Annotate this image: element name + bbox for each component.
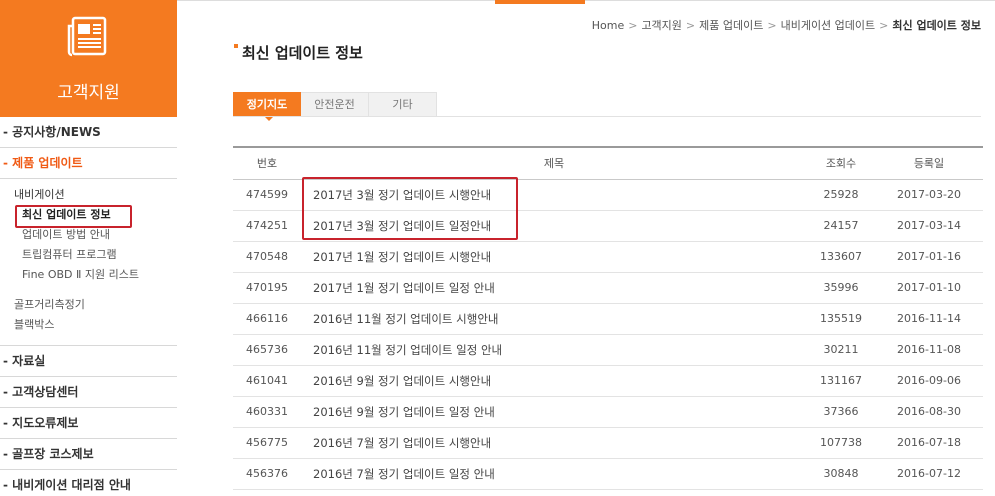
row-number: 474251: [233, 210, 301, 242]
table-row[interactable]: 460331 2016년 9월 정기 업데이트 일정 안내 37366 2016-08…: [233, 396, 983, 428]
header-subject: 제목: [301, 146, 807, 180]
row-views: 35996: [807, 272, 875, 304]
row-date: 2017-03-20: [875, 179, 983, 211]
row-views: 107738: [807, 427, 875, 459]
submenu-item-golf-rangefinder[interactable]: 골프거리측정기: [12, 295, 177, 315]
highlight-box: [15, 205, 132, 228]
sidebar-header: 고객지원: [0, 0, 177, 117]
row-subject[interactable]: 2016년 11월 정기 업데이트 시행안내: [301, 303, 807, 335]
sidebar-item-product-update[interactable]: - 제품 업데이트: [0, 148, 177, 179]
top-divider: [177, 0, 995, 1]
row-views: 30211: [807, 334, 875, 366]
row-date: 2017-01-10: [875, 272, 983, 304]
breadcrumb-item[interactable]: 고객지원: [641, 19, 681, 32]
breadcrumb-item[interactable]: 제품 업데이트: [699, 19, 763, 32]
sidebar-item-downloads[interactable]: - 자료실: [0, 346, 177, 377]
category-tabs: 정기지도 안전운전 기타: [233, 92, 437, 121]
sidebar-title: 고객지원: [57, 83, 120, 103]
row-date: 2016-08-30: [875, 396, 983, 428]
row-views: 131167: [807, 365, 875, 397]
row-number: 465736: [233, 334, 301, 366]
tab-underline: [233, 116, 981, 117]
newspaper-icon: [67, 16, 107, 57]
table-row[interactable]: 470548 2017년 1월 정기 업데이트 시행안내 133607 2017-01…: [233, 241, 983, 273]
row-views: 30848: [807, 458, 875, 490]
row-subject[interactable]: 2016년 7월 정기 업데이트 시행안내: [301, 427, 807, 459]
row-subject[interactable]: 2016년 9월 정기 업데이트 시행안내: [301, 365, 807, 397]
row-number: 461041: [233, 365, 301, 397]
submenu-item-obd-list[interactable]: Fine OBD Ⅱ 지원 리스트: [12, 265, 177, 285]
table-row[interactable]: 461041 2016년 9월 정기 업데이트 시행안내 131167 2016-09…: [233, 365, 983, 397]
table-row[interactable]: 466116 2016년 11월 정기 업데이트 시행안내 135519 2016-1…: [233, 303, 983, 335]
sidebar-item-golf-course-report[interactable]: - 골프장 코스제보: [0, 439, 177, 470]
tab-safe-driving[interactable]: 안전운전: [301, 92, 369, 117]
table-row[interactable]: 470195 2017년 1월 정기 업데이트 일정 안내 35996 2017-01…: [233, 272, 983, 304]
sidebar-menu-bottom: - 자료실 - 고객상담센터 - 지도오류제보 - 골프장 코스제보 - 내비게…: [0, 346, 177, 496]
row-subject[interactable]: 2016년 11월 정기 업데이트 일정 안내: [301, 334, 807, 366]
submenu-item-update-guide[interactable]: 업데이트 방법 안내: [12, 225, 177, 245]
sidebar-item-map-error-report[interactable]: - 지도오류제보: [0, 408, 177, 439]
page-title: 최신 업데이트 정보: [242, 44, 363, 62]
row-number: 474599: [233, 179, 301, 211]
row-date: 2016-07-18: [875, 427, 983, 459]
row-date: 2016-11-14: [875, 303, 983, 335]
row-views: 133607: [807, 241, 875, 273]
sidebar-item-customer-center[interactable]: - 고객상담센터: [0, 377, 177, 408]
row-date: 2017-01-16: [875, 241, 983, 273]
breadcrumb-item[interactable]: 내비게이션 업데이트: [781, 19, 876, 32]
table-row[interactable]: 465736 2016년 11월 정기 업데이트 일정 안내 30211 2016-1…: [233, 334, 983, 366]
table-row[interactable]: 456775 2016년 7월 정기 업데이트 시행안내 107738 2016-07…: [233, 427, 983, 459]
sidebar-item-dealer-info[interactable]: - 내비게이션 대리점 안내: [0, 470, 177, 496]
row-views: 24157: [807, 210, 875, 242]
breadcrumb-current: 최신 업데이트 정보: [892, 19, 981, 32]
header-views: 조회수: [807, 146, 875, 180]
row-date: 2016-09-06: [875, 365, 983, 397]
row-date: 2016-11-08: [875, 334, 983, 366]
row-number: 460331: [233, 396, 301, 428]
row-subject[interactable]: 2016년 7월 정기 업데이트 일정 안내: [301, 458, 807, 490]
highlight-box: [302, 177, 518, 240]
submenu-item-trip-computer[interactable]: 트립컴퓨터 프로그램: [12, 245, 177, 265]
breadcrumb-home[interactable]: Home: [592, 19, 624, 32]
row-subject[interactable]: 2017년 1월 정기 업데이트 일정 안내: [301, 272, 807, 304]
breadcrumb: Home > 고객지원 > 제품 업데이트 > 내비게이션 업데이트 > 최신 업데이트 정보: [591, 19, 981, 32]
header-date: 등록일: [875, 146, 983, 180]
row-subject[interactable]: 2016년 9월 정기 업데이트 일정 안내: [301, 396, 807, 428]
row-views: 25928: [807, 179, 875, 211]
sidebar-item-notice[interactable]: - 공지사항/NEWS: [0, 117, 177, 148]
sidebar-accent-bar: [0, 0, 177, 4]
title-bullet: [234, 44, 238, 48]
header-no: 번호: [233, 146, 301, 180]
submenu-item-blackbox[interactable]: 블랙박스: [12, 315, 177, 335]
row-views: 37366: [807, 396, 875, 428]
update-table: 번호 제목 조회수 등록일 474599 2017년 3월 정기 업데이트 시행안…: [233, 146, 983, 490]
sidebar-menu: - 공지사항/NEWS - 제품 업데이트: [0, 117, 177, 179]
row-views: 135519: [807, 303, 875, 335]
top-accent-bar: [495, 0, 585, 4]
row-date: 2017-03-14: [875, 210, 983, 242]
row-number: 456376: [233, 458, 301, 490]
row-number: 470195: [233, 272, 301, 304]
row-subject[interactable]: 2017년 1월 정기 업데이트 시행안내: [301, 241, 807, 273]
sidebar-submenu: 내비게이션 최신 업데이트 정보 업데이트 방법 안내 트립컴퓨터 프로그램 F…: [0, 179, 177, 346]
table-row[interactable]: 456376 2016년 7월 정기 업데이트 일정 안내 30848 2016-07…: [233, 458, 983, 490]
row-number: 470548: [233, 241, 301, 273]
row-number: 466116: [233, 303, 301, 335]
sidebar: 고객지원 - 공지사항/NEWS - 제품 업데이트 내비게이션 최신 업데이트…: [0, 0, 177, 496]
submenu-heading[interactable]: 내비게이션: [12, 185, 177, 205]
row-number: 456775: [233, 427, 301, 459]
tab-regular-map[interactable]: 정기지도: [233, 92, 301, 121]
tab-etc[interactable]: 기타: [369, 92, 437, 117]
table-header: 번호 제목 조회수 등록일: [233, 146, 983, 180]
row-date: 2016-07-12: [875, 458, 983, 490]
